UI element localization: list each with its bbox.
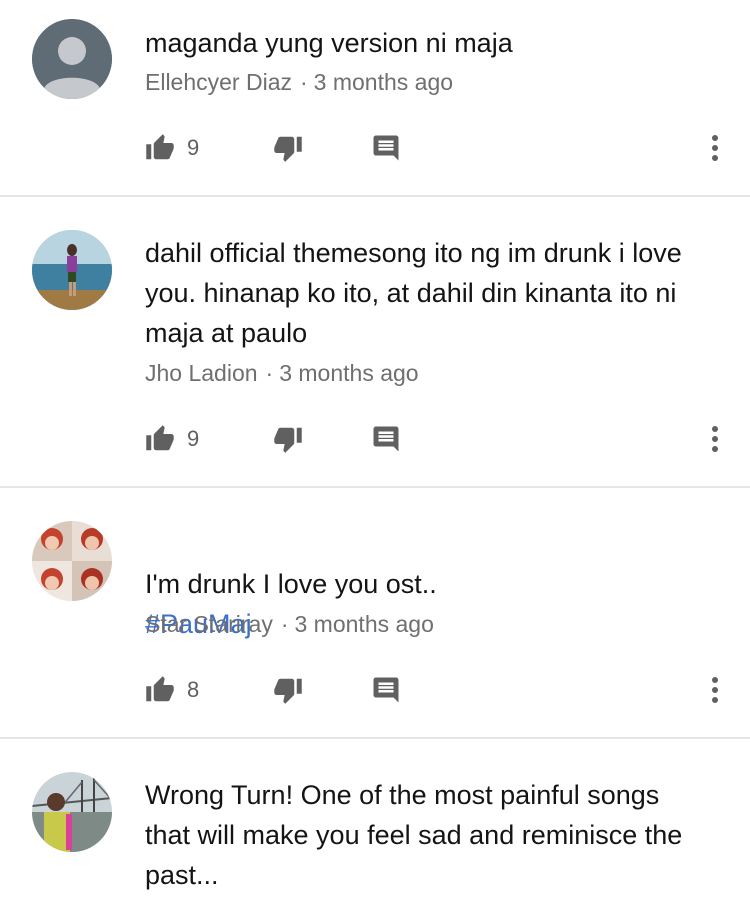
comment-author[interactable]: Jho Ladion xyxy=(145,360,258,386)
thumbs-down-icon xyxy=(274,427,302,453)
dislike-button[interactable] xyxy=(273,421,303,457)
comment-icon xyxy=(373,426,399,452)
comment-icon xyxy=(373,677,399,703)
comment-text: dahil official themesong ito ng im drunk… xyxy=(145,238,682,348)
like-button[interactable]: 8 xyxy=(145,672,199,708)
comment-text: maganda yung version ni maja xyxy=(145,28,513,58)
reply-button[interactable] xyxy=(371,672,401,708)
comment-author[interactable]: Star Stariray xyxy=(145,611,273,637)
photo-avatar-bridge-icon xyxy=(32,772,112,852)
avatar[interactable] xyxy=(32,772,112,852)
comment-time[interactable]: 3 months ago xyxy=(279,360,418,386)
comment-actions: 9 xyxy=(145,421,725,457)
meta-separator: · xyxy=(280,611,289,637)
reply-button[interactable] xyxy=(371,130,401,166)
more-options-button[interactable] xyxy=(703,130,727,166)
thumbs-up-icon xyxy=(146,425,174,451)
more-vertical-icon xyxy=(712,135,718,161)
reply-button[interactable] xyxy=(371,421,401,457)
comment-text: I'm drunk I love you ost.. #PauMaj xyxy=(145,524,725,684)
meta-separator: · xyxy=(265,360,274,386)
avatar[interactable] xyxy=(32,19,112,99)
comment-time[interactable]: 3 months ago xyxy=(314,69,453,95)
meta-separator: · xyxy=(300,69,308,95)
comment-meta: Ellehcyer Diaz · 3 months ago xyxy=(145,69,453,96)
like-count: 9 xyxy=(187,426,200,451)
comment-author[interactable]: Ellehcyer Diaz xyxy=(145,69,292,95)
like-button[interactable]: 9 xyxy=(145,130,199,166)
thumbs-up-icon xyxy=(146,676,174,702)
thumbs-up-icon xyxy=(146,134,174,160)
more-options-button[interactable] xyxy=(703,672,727,708)
thumbs-down-icon xyxy=(274,678,302,704)
comment-text-main: I'm drunk I love you ost.. xyxy=(145,569,437,599)
comment-actions: 8 xyxy=(145,672,725,708)
more-vertical-icon xyxy=(712,426,718,452)
photo-avatar-sea-icon xyxy=(32,230,112,310)
comment-text: Wrong Turn! One of the most painful song… xyxy=(145,780,683,890)
default-avatar-icon xyxy=(32,19,112,99)
avatar[interactable] xyxy=(32,521,112,601)
comment-meta: Jho Ladion · 3 months ago xyxy=(145,360,419,387)
avatar[interactable] xyxy=(32,230,112,310)
divider xyxy=(0,486,750,488)
comment-time[interactable]: 3 months ago xyxy=(295,611,434,637)
divider xyxy=(0,737,750,739)
comment-meta: Star Stariray · 3 months ago xyxy=(145,611,434,638)
photo-avatar-collage-icon xyxy=(32,521,112,601)
divider xyxy=(0,195,750,197)
comment-icon xyxy=(373,135,399,161)
like-count: 9 xyxy=(187,135,200,160)
thumbs-down-icon xyxy=(274,136,302,162)
dislike-button[interactable] xyxy=(273,672,303,708)
like-button[interactable]: 9 xyxy=(145,421,199,457)
more-vertical-icon xyxy=(712,677,718,703)
comment-actions: 9 xyxy=(145,130,725,166)
like-count: 8 xyxy=(187,677,200,702)
dislike-button[interactable] xyxy=(273,130,303,166)
more-options-button[interactable] xyxy=(703,421,727,457)
